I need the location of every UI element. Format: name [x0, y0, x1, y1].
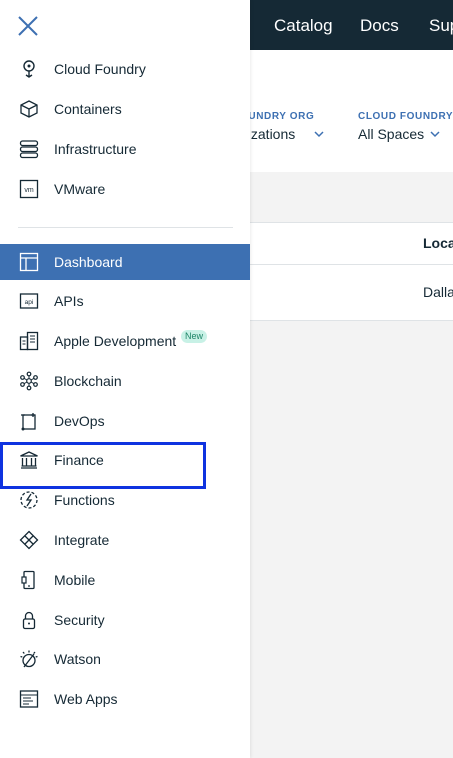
- containers-icon: [20, 100, 38, 118]
- menu-item-blockchain[interactable]: Blockchain: [0, 363, 250, 399]
- menu-item-dashboard[interactable]: Dashboard: [0, 244, 250, 280]
- menu-item-containers[interactable]: Containers: [0, 91, 250, 127]
- menu-item-functions[interactable]: Functions: [0, 482, 250, 518]
- menu-item-label: Security: [54, 612, 105, 628]
- menu-divider: [18, 227, 233, 228]
- table-cell-location: Dalla: [423, 284, 453, 300]
- menu-item-label: Mobile: [54, 572, 96, 588]
- lock-icon: [22, 611, 36, 630]
- integrate-icon: [19, 530, 39, 550]
- menu-item-integrate[interactable]: Integrate: [0, 522, 250, 558]
- nav-docs[interactable]: Docs: [360, 0, 399, 50]
- org-filter-label: OUNDRY ORG: [240, 111, 315, 122]
- web-apps-icon: [19, 690, 39, 708]
- menu-item-security[interactable]: Security: [0, 602, 250, 638]
- chevron-down-icon[interactable]: [430, 130, 440, 138]
- menu-item-watson[interactable]: Watson: [0, 641, 250, 677]
- mobile-icon: [21, 570, 35, 590]
- menu-item-cloud-foundry[interactable]: Cloud Foundry: [0, 51, 250, 87]
- watson-icon: [20, 650, 38, 668]
- cloud-foundry-icon: [23, 60, 35, 78]
- menu-item-web-apps[interactable]: Web Apps: [0, 681, 250, 717]
- space-filter-label: CLOUD FOUNDRY S: [358, 111, 453, 122]
- api-icon: api: [19, 293, 39, 309]
- space-filter-value[interactable]: All Spaces: [358, 126, 424, 142]
- new-badge: New: [181, 330, 208, 343]
- menu-item-label: Functions: [54, 492, 115, 508]
- menu-item-label: Cloud Foundry: [54, 61, 146, 77]
- nav-support[interactable]: Sup: [429, 0, 453, 50]
- menu-item-devops[interactable]: DevOps: [0, 403, 250, 439]
- menu-item-label: Integrate: [54, 532, 110, 548]
- devops-icon: [21, 413, 36, 431]
- infrastructure-icon: [19, 140, 39, 159]
- nav-catalog[interactable]: Catalog: [274, 0, 333, 50]
- menu-item-label: Finance: [54, 452, 104, 468]
- functions-icon: [20, 491, 38, 509]
- menu-item-mobile[interactable]: Mobile: [0, 562, 250, 598]
- menu-item-label: APIs: [54, 293, 84, 309]
- close-icon[interactable]: [15, 13, 41, 39]
- menu-item-label: DevOps: [54, 413, 105, 429]
- navigation-drawer: Cloud Foundry Containers Infrastructure …: [0, 0, 250, 758]
- menu-item-label: Web Apps: [54, 691, 118, 707]
- dashboard-icon: [19, 252, 39, 272]
- menu-item-apple-development[interactable]: Apple Development: [0, 323, 250, 359]
- menu-item-vmware[interactable]: vm VMware: [0, 171, 250, 207]
- chevron-down-icon[interactable]: [314, 130, 324, 138]
- menu-item-label: Blockchain: [54, 373, 122, 389]
- apple-development-icon: [19, 331, 39, 351]
- menu-item-finance[interactable]: Finance: [0, 442, 250, 478]
- menu-item-label: Containers: [54, 101, 122, 117]
- menu-item-label: Apple Development: [54, 333, 177, 349]
- menu-item-label: Dashboard: [54, 254, 123, 270]
- finance-icon: [20, 451, 38, 469]
- menu-item-label: VMware: [54, 181, 106, 197]
- svg-text:vm: vm: [24, 187, 34, 194]
- menu-item-label: Infrastructure: [54, 141, 137, 157]
- menu-item-label: Watson: [54, 651, 101, 667]
- vmware-icon: vm: [19, 179, 39, 199]
- svg-text:api: api: [25, 299, 34, 306]
- menu-item-infrastructure[interactable]: Infrastructure: [0, 131, 250, 167]
- menu-item-apis[interactable]: api APIs: [0, 283, 250, 319]
- blockchain-icon: [20, 371, 38, 391]
- column-header-location[interactable]: Loca: [423, 235, 453, 251]
